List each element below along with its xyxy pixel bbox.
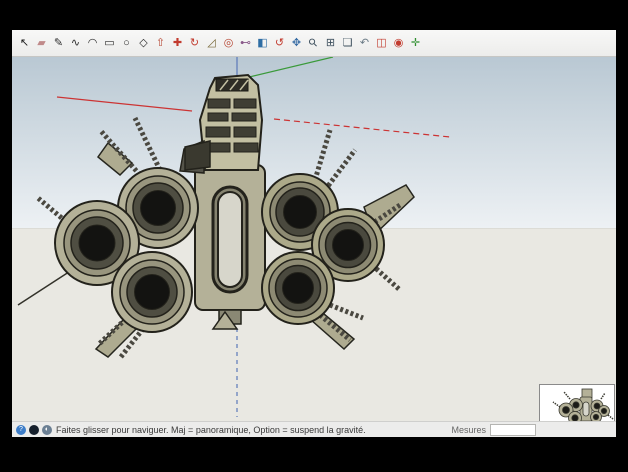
- arc-tool-icon[interactable]: ◠: [85, 35, 100, 51]
- paint-bucket-icon[interactable]: ◧: [255, 35, 270, 51]
- zoom-extents-icon[interactable]: ❏: [340, 35, 355, 51]
- status-bar: ? ◐ Faites glisser pour naviguer. Maj = p…: [12, 421, 616, 437]
- model-tower: [179, 73, 264, 174]
- status-hint-text: Faites glisser pour naviguer. Maj = pano…: [56, 424, 366, 435]
- needle-antenna: [17, 267, 76, 306]
- pushpull-tool-icon[interactable]: ⇧: [153, 35, 168, 51]
- axis-green-solid: [240, 57, 334, 80]
- axis-red-solid: [56, 96, 193, 112]
- engine-bottom-right: [261, 251, 335, 325]
- spaceship-model[interactable]: [17, 73, 415, 360]
- move-tool-icon[interactable]: ✚: [170, 35, 185, 51]
- circle-tool-icon[interactable]: ○: [119, 35, 134, 51]
- statusbar-icons: ? ◐: [16, 424, 52, 435]
- rotate-tool-icon[interactable]: ↻: [187, 35, 202, 51]
- zoom-window-icon[interactable]: ⊞: [323, 35, 338, 51]
- viewport-3d[interactable]: [12, 57, 616, 421]
- axis-red-dashed: [273, 118, 451, 138]
- position-camera-icon[interactable]: ◉: [391, 35, 406, 51]
- preview-mini-model: [552, 388, 614, 421]
- model-preview-thumbnail: [539, 384, 615, 421]
- toolbar: ↖ ▰ ✎ ∿ ◠ ▭ ○ ◇ ⇧ ✚ ↻ ◿ ◎ ⊷ ◧ ↺ ✥ ⚲ ⊞ ❏ ↶ ◫ ◉ ✛: [12, 30, 616, 57]
- line-tool-icon[interactable]: ✎: [51, 35, 66, 51]
- hull-capsule: [211, 185, 249, 294]
- rectangle-tool-icon[interactable]: ▭: [102, 35, 117, 51]
- axes-tool-icon[interactable]: ✛: [408, 35, 423, 51]
- offset-tool-icon[interactable]: ◎: [221, 35, 236, 51]
- zoom-tool-icon[interactable]: ⚲: [303, 32, 325, 54]
- pan-tool-icon[interactable]: ✥: [289, 35, 304, 51]
- select-tool-icon[interactable]: ↖: [17, 35, 32, 51]
- orbit-tool-icon[interactable]: ↺: [272, 35, 287, 51]
- scale-tool-icon[interactable]: ◿: [204, 35, 219, 51]
- geolocation-icon[interactable]: ◐: [42, 424, 52, 435]
- engine-bottom-left: [111, 251, 193, 333]
- measurements-label: Mesures: [451, 424, 486, 435]
- app-window: ↖ ▰ ✎ ∿ ◠ ▭ ○ ◇ ⇧ ✚ ↻ ◿ ◎ ⊷ ◧ ↺ ✥ ⚲ ⊞ ❏ ↶ ◫ ◉ ✛: [12, 30, 616, 437]
- tape-measure-icon[interactable]: ⊷: [238, 35, 253, 51]
- polygon-tool-icon[interactable]: ◇: [136, 35, 151, 51]
- credits-icon[interactable]: [29, 424, 39, 435]
- screen: { "app": { "name": "SketchUp" }, "palett…: [0, 0, 628, 472]
- toolbar-icons: ↖ ▰ ✎ ∿ ◠ ▭ ○ ◇ ⇧ ✚ ↻ ◿ ◎ ⊷ ◧ ↺ ✥ ⚲ ⊞ ❏ ↶ ◫ ◉ ✛: [17, 35, 423, 51]
- section-plane-icon[interactable]: ◫: [374, 35, 389, 51]
- scene-canvas[interactable]: [12, 57, 616, 421]
- measurements-input[interactable]: [490, 423, 536, 436]
- help-icon[interactable]: ?: [16, 424, 26, 435]
- eraser-tool-icon[interactable]: ▰: [34, 35, 49, 51]
- previous-view-icon[interactable]: ↶: [357, 35, 372, 51]
- freehand-tool-icon[interactable]: ∿: [68, 35, 83, 51]
